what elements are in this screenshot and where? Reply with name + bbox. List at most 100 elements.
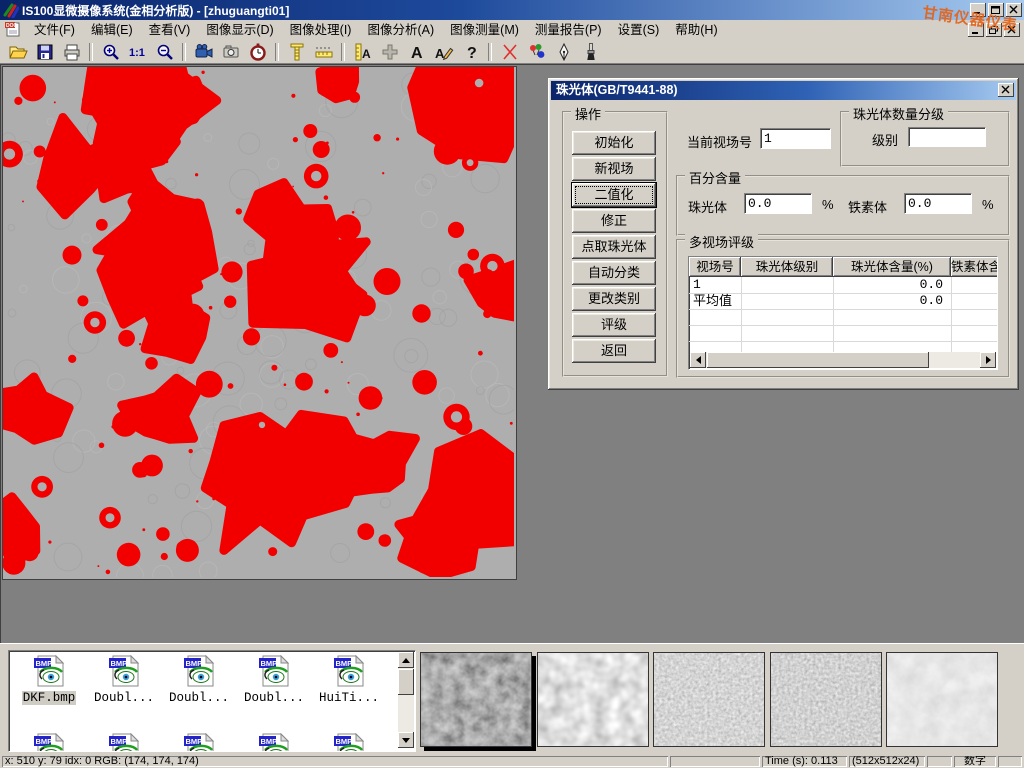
zoom-in-button[interactable] bbox=[97, 41, 124, 63]
table-row[interactable]: 1 0.0 bbox=[689, 277, 997, 294]
pick-pearlite-button[interactable]: 点取珠光体 bbox=[572, 235, 656, 259]
status-empty-cell bbox=[998, 756, 1022, 767]
text-edit-button[interactable]: A bbox=[430, 41, 457, 63]
thumbnail-3[interactable] bbox=[653, 652, 765, 747]
file-name[interactable]: Doubl... bbox=[243, 691, 305, 705]
scroll-thumb[interactable] bbox=[398, 669, 414, 695]
menu-image-measure[interactable]: 图像测量(M) bbox=[442, 21, 527, 40]
floppy-icon bbox=[35, 42, 55, 62]
scroll-right-button[interactable] bbox=[980, 352, 996, 368]
grade-input[interactable] bbox=[908, 127, 986, 147]
current-field-input[interactable] bbox=[760, 128, 831, 149]
svg-text:1:1: 1:1 bbox=[129, 47, 145, 59]
file-item[interactable]: BMPDKF.bmp bbox=[13, 655, 85, 705]
svg-text:BMP: BMP bbox=[36, 659, 53, 668]
pearlite-percent-input[interactable] bbox=[744, 193, 812, 214]
file-item-clipped[interactable]: BMP bbox=[313, 733, 385, 752]
help-button[interactable]: ? bbox=[457, 41, 484, 63]
auto-classify-button[interactable]: 自动分类 bbox=[572, 261, 656, 285]
menu-measure-report[interactable]: 测量报告(P) bbox=[527, 21, 610, 40]
new-field-button[interactable]: 新视场 bbox=[572, 157, 656, 181]
video-capture-button[interactable] bbox=[190, 41, 217, 63]
marker-tool-button[interactable] bbox=[523, 41, 550, 63]
file-item[interactable]: BMPHuiTi... bbox=[313, 655, 385, 705]
column-header-field[interactable]: 视场号 bbox=[689, 257, 741, 277]
file-list[interactable]: BMPDKF.bmp BMPDoubl... BMPDoubl... BMPDo… bbox=[8, 650, 416, 752]
move-cross-button[interactable] bbox=[376, 41, 403, 63]
dialog-title-bar[interactable]: 珠光体(GB/T9441-88) bbox=[551, 81, 1016, 100]
menu-help[interactable]: 帮助(H) bbox=[667, 21, 725, 40]
timer-button[interactable] bbox=[244, 41, 271, 63]
dialog-close-button[interactable] bbox=[998, 83, 1014, 97]
thumbnail-5[interactable] bbox=[886, 652, 998, 747]
print-button[interactable] bbox=[58, 41, 85, 63]
scroll-left-button[interactable] bbox=[690, 352, 706, 368]
menu-edit[interactable]: 编辑(E) bbox=[83, 21, 141, 40]
file-item[interactable]: BMPDoubl... bbox=[163, 655, 235, 705]
column-header-ferrite[interactable]: 铁素体含量(%) bbox=[951, 257, 998, 277]
grade-label: 级别 bbox=[872, 130, 898, 149]
column-header-pearlite[interactable]: 珠光体含量(%) bbox=[833, 257, 951, 277]
cell-field: 平均值 bbox=[693, 293, 739, 309]
menu-view[interactable]: 查看(V) bbox=[141, 21, 199, 40]
menu-settings[interactable]: 设置(S) bbox=[610, 21, 668, 40]
letter-a-icon: A bbox=[407, 42, 427, 62]
file-item-clipped[interactable]: BMP bbox=[13, 733, 85, 752]
thumbnail-4[interactable] bbox=[770, 652, 882, 747]
save-file-button[interactable] bbox=[31, 41, 58, 63]
window-title: IS100显微摄像系统(金相分析版) - [zhuguangti01] bbox=[22, 2, 289, 19]
text-annotation-button[interactable]: A bbox=[403, 41, 430, 63]
table-row-empty[interactable] bbox=[689, 309, 997, 326]
calibration-button[interactable]: A bbox=[349, 41, 376, 63]
scroll-up-button[interactable] bbox=[398, 652, 414, 668]
file-name[interactable]: Doubl... bbox=[168, 691, 230, 705]
ruler-horizontal-button[interactable] bbox=[310, 41, 337, 63]
binarize-button[interactable]: 二值化 bbox=[572, 183, 656, 207]
zoom-out-button[interactable] bbox=[151, 41, 178, 63]
brush-tool-button[interactable] bbox=[577, 41, 604, 63]
file-name[interactable]: Doubl... bbox=[93, 691, 155, 705]
caliper-vertical-button[interactable] bbox=[283, 41, 310, 63]
file-item[interactable]: BMPDoubl... bbox=[88, 655, 160, 705]
column-header-grade[interactable]: 珠光体级别 bbox=[741, 257, 833, 277]
menu-file[interactable]: 文件(F) bbox=[26, 21, 83, 40]
menu-image-processing[interactable]: 图像处理(I) bbox=[282, 21, 360, 40]
return-button[interactable]: 返回 bbox=[572, 339, 656, 363]
stopwatch-icon bbox=[248, 42, 268, 62]
document-icon[interactable]: DOC bbox=[4, 21, 21, 40]
file-name[interactable]: DKF.bmp bbox=[22, 691, 77, 705]
bmp-file-icon: BMP bbox=[107, 676, 141, 690]
initialize-button[interactable]: 初始化 bbox=[572, 131, 656, 155]
curve-tool-button[interactable] bbox=[496, 41, 523, 63]
file-item-clipped[interactable]: BMP bbox=[88, 733, 160, 752]
file-list-vscrollbar[interactable] bbox=[398, 652, 414, 748]
menu-image-display[interactable]: 图像显示(D) bbox=[198, 21, 281, 40]
table-row-empty[interactable] bbox=[689, 325, 997, 342]
ferrite-percent-input[interactable] bbox=[904, 193, 972, 214]
bottom-panel: BMPDKF.bmp BMPDoubl... BMPDoubl... BMPDo… bbox=[0, 643, 1024, 755]
toolbar: 1:1 A A A ? bbox=[0, 40, 1024, 64]
scroll-down-button[interactable] bbox=[398, 732, 414, 748]
table-row[interactable]: 平均值 0.0 bbox=[689, 293, 997, 310]
scroll-thumb[interactable] bbox=[707, 352, 929, 368]
file-item-clipped[interactable]: BMP bbox=[163, 733, 235, 752]
thumbnail-1[interactable] bbox=[420, 652, 532, 747]
change-class-button[interactable]: 更改类别 bbox=[572, 287, 656, 311]
svg-text:BMP: BMP bbox=[36, 737, 53, 746]
open-file-button[interactable] bbox=[4, 41, 31, 63]
camera-capture-button[interactable] bbox=[217, 41, 244, 63]
pen-tool-button[interactable] bbox=[550, 41, 577, 63]
correct-button[interactable]: 修正 bbox=[572, 209, 656, 233]
specimen-canvas[interactable] bbox=[2, 66, 517, 580]
menu-image-analysis[interactable]: 图像分析(A) bbox=[359, 21, 442, 40]
cell-ferrite bbox=[955, 277, 995, 293]
file-item-clipped[interactable]: BMP bbox=[238, 733, 310, 752]
bmp-file-icon: BMP bbox=[32, 676, 66, 690]
file-item[interactable]: BMPDoubl... bbox=[238, 655, 310, 705]
actual-size-button[interactable]: 1:1 bbox=[124, 41, 151, 63]
thumbnail-2[interactable] bbox=[537, 652, 649, 747]
grade-button[interactable]: 评级 bbox=[572, 313, 656, 337]
table-hscrollbar[interactable] bbox=[690, 352, 996, 368]
grading-table[interactable]: 视场号 珠光体级别 珠光体含量(%) 铁素体含量(%) 1 0.0 平均值 bbox=[688, 256, 998, 370]
file-name[interactable]: HuiTi... bbox=[318, 691, 380, 705]
